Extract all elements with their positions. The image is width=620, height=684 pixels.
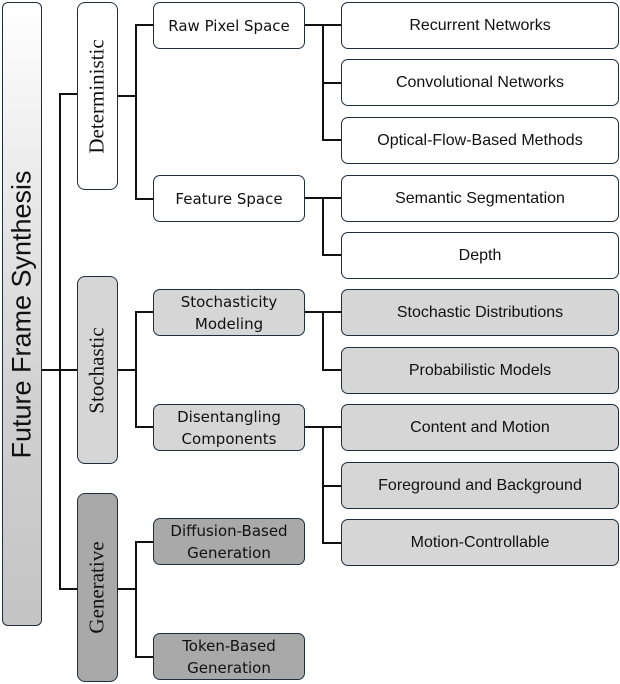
leaf-probabilistic-models: Probabilistic Models [341, 347, 619, 394]
connector [135, 24, 153, 26]
connector [322, 311, 324, 370]
trunk-connector [59, 93, 61, 589]
connector [118, 369, 135, 371]
node-stochasticity-modeling: Stochasticity Modeling [153, 289, 305, 336]
connector [135, 311, 153, 313]
connector [135, 541, 153, 543]
connector [135, 426, 153, 428]
branch-deterministic: Deterministic [77, 2, 118, 190]
connector-generative [59, 588, 77, 590]
branch-generative: Generative [77, 493, 118, 682]
connector [322, 542, 341, 544]
leaf-semantic-segmentation: Semantic Segmentation [341, 175, 619, 222]
connector [135, 311, 137, 427]
branch-stochastic: Stochastic [77, 276, 118, 464]
node-feature-space: Feature Space [153, 175, 305, 222]
branch-label: Generative [85, 541, 109, 634]
connector [322, 197, 324, 255]
leaf-content-and-motion: Content and Motion [341, 404, 619, 451]
connector [135, 24, 137, 199]
connector [118, 95, 135, 97]
connector [322, 485, 341, 487]
connector-deterministic [59, 93, 77, 95]
root-label: Future Frame Synthesis [6, 169, 37, 459]
leaf-stochastic-distributions: Stochastic Distributions [341, 289, 619, 336]
root-node-future-frame-synthesis: Future Frame Synthesis [2, 2, 42, 626]
leaf-recurrent-networks: Recurrent Networks [341, 2, 619, 49]
branch-label: Stochastic [85, 326, 110, 414]
leaf-foreground-and-background: Foreground and Background [341, 462, 619, 509]
node-token-based-generation: Token-Based Generation [153, 633, 305, 680]
connector [118, 588, 135, 590]
connector [135, 656, 153, 658]
connector [322, 82, 341, 84]
node-disentangling-components: Disentangling Components [153, 404, 305, 451]
leaf-optical-flow-based-methods: Optical-Flow-Based Methods [341, 117, 619, 164]
connector [135, 198, 153, 200]
connector [135, 541, 137, 657]
branch-label: Deterministic [85, 38, 109, 154]
leaf-motion-controllable: Motion-Controllable [341, 519, 619, 566]
connector-stochastic [59, 369, 77, 371]
node-diffusion-based-generation: Diffusion-Based Generation [153, 518, 305, 565]
connector [322, 369, 341, 371]
leaf-depth: Depth [341, 232, 619, 279]
node-raw-pixel-space: Raw Pixel Space [153, 2, 305, 49]
connector [322, 254, 341, 256]
connector [322, 139, 341, 141]
leaf-convolutional-networks: Convolutional Networks [341, 59, 619, 106]
